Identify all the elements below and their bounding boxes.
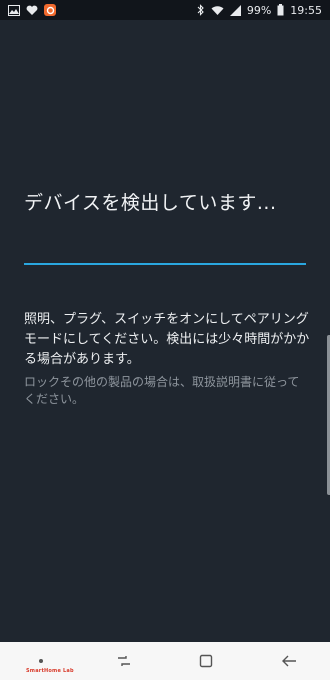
dot-icon bbox=[39, 659, 44, 663]
instruction-text: 照明、プラグ、スイッチをオンにしてペアリングモードにしてください。検出には少々時… bbox=[24, 312, 310, 367]
wifi-icon bbox=[211, 5, 224, 16]
signal-icon bbox=[229, 4, 241, 16]
clock: 19:55 bbox=[290, 3, 322, 17]
back-arrow-icon bbox=[281, 655, 296, 667]
progress-fill bbox=[24, 263, 306, 265]
lock-note-text: ロックその他の製品の場合は、取扱説明書に従ってください。 bbox=[24, 375, 300, 406]
heart-icon bbox=[26, 5, 38, 16]
overview-button[interactable] bbox=[186, 646, 226, 676]
battery-percentage: 99% bbox=[246, 3, 272, 17]
square-icon bbox=[200, 654, 213, 668]
status-bar-right: 99% 19:55 bbox=[197, 4, 322, 17]
status-bar-left bbox=[8, 4, 56, 16]
battery-icon bbox=[277, 4, 284, 16]
app-badge-icon bbox=[44, 4, 56, 16]
navigation-bar bbox=[0, 642, 330, 680]
bluetooth-icon bbox=[197, 4, 205, 16]
recents-button[interactable] bbox=[104, 646, 144, 676]
discovery-progress-bar bbox=[24, 263, 306, 265]
watermark: SmartHome Lab bbox=[26, 668, 74, 674]
page-title: デバイスを検出しています... bbox=[24, 192, 277, 214]
gallery-icon bbox=[8, 4, 20, 16]
recents-icon bbox=[117, 656, 130, 666]
device-discovery-screen: デバイスを検出しています... 照明、プラグ、スイッチをオンにしてペアリングモー… bbox=[0, 20, 330, 642]
back-button[interactable] bbox=[269, 646, 309, 676]
status-bar: 99% 19:55 bbox=[0, 0, 330, 20]
